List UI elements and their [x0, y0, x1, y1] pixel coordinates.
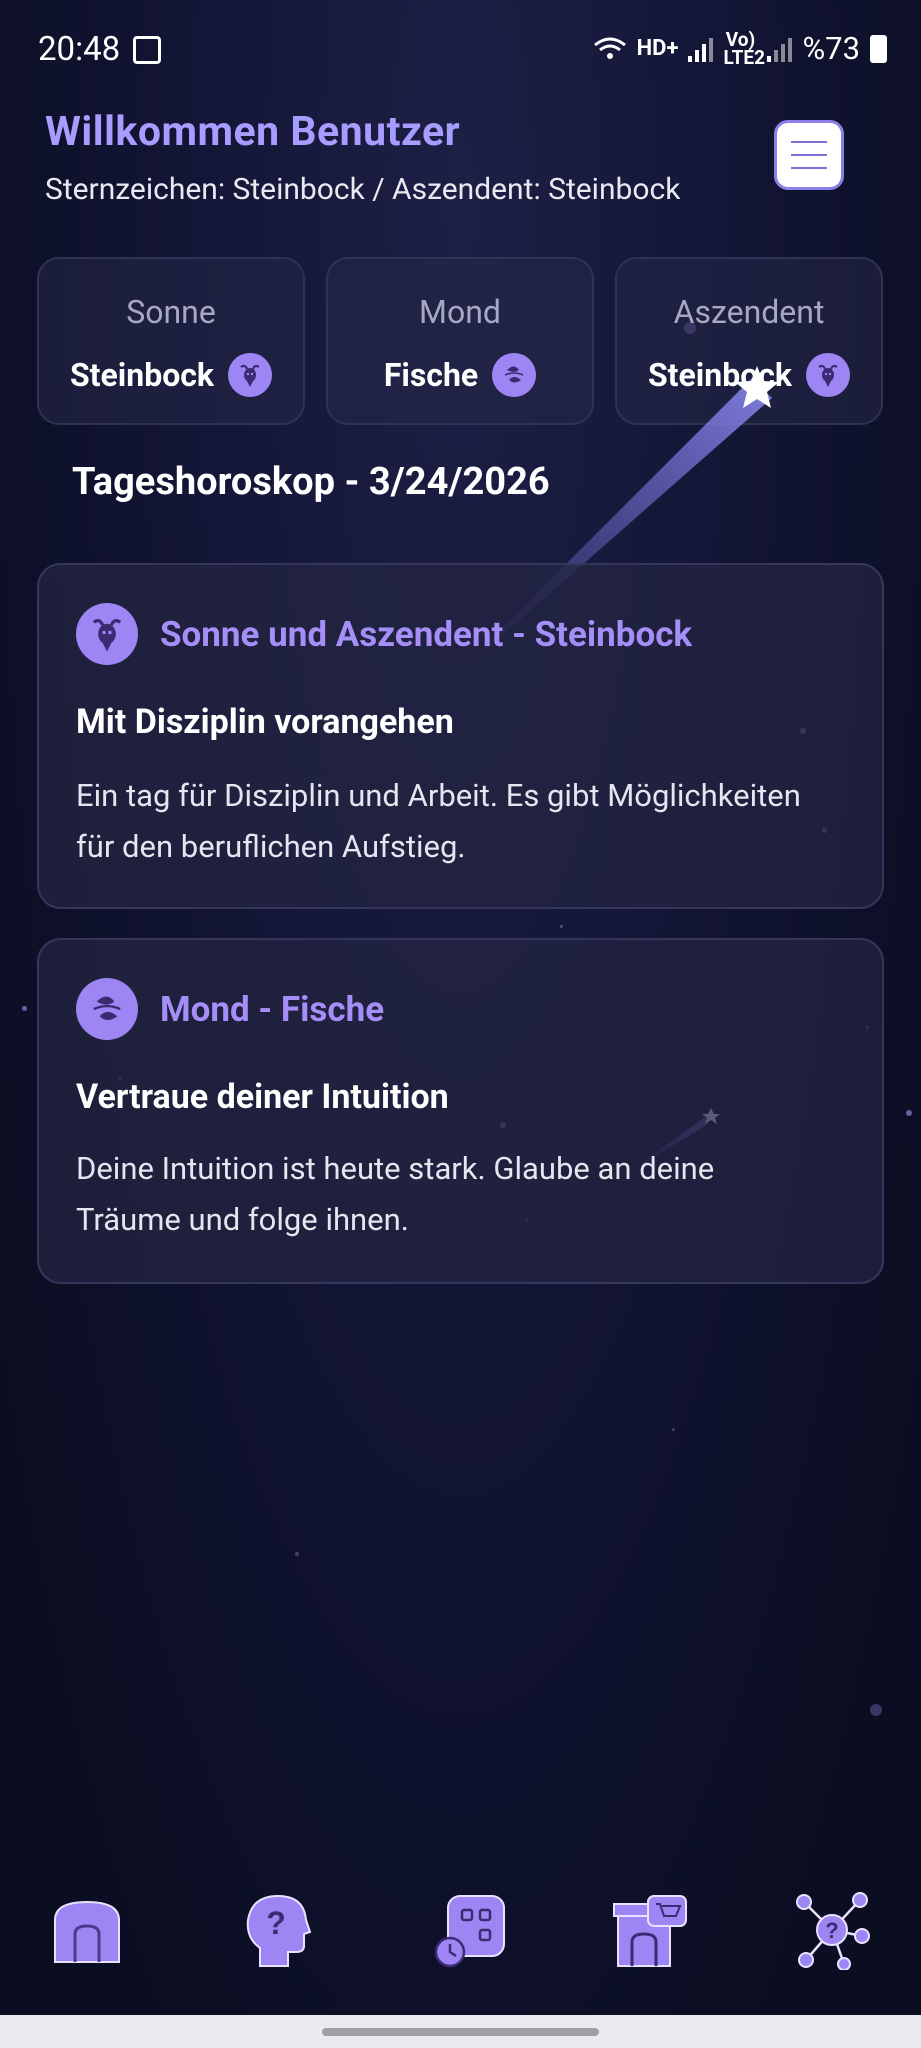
shop-icon	[613, 1895, 687, 1967]
nav-shop[interactable]	[610, 1890, 690, 1970]
svg-text:?: ?	[825, 1918, 838, 1943]
pisces-icon	[76, 978, 138, 1040]
home-icon	[54, 1900, 120, 1963]
horoscope-card-moon[interactable]: Mond - Fische Vertraue deiner Intuition …	[37, 938, 884, 1284]
system-navigation-bar	[0, 2015, 921, 2048]
capricorn-icon	[76, 603, 138, 665]
head-question-icon: ?	[246, 1894, 312, 1967]
card-headline: Vertraue deiner Intuition	[76, 1077, 449, 1117]
home-gesture-handle[interactable]	[322, 2028, 599, 2036]
svg-text:?: ?	[266, 1905, 286, 1941]
nav-home[interactable]	[47, 1890, 127, 1970]
card-title: Mond - Fische	[160, 988, 385, 1030]
nav-apps[interactable]	[430, 1890, 510, 1970]
card-title: Sonne und Aszendent - Steinbock	[160, 613, 693, 655]
nav-network[interactable]: ?	[792, 1890, 872, 1971]
bottom-navigation: ? ?	[0, 1890, 921, 2010]
card-header: Sonne und Aszendent - Steinbock	[76, 603, 692, 665]
horoscope-card-sun[interactable]: Sonne und Aszendent - Steinbock Mit Disz…	[37, 563, 884, 909]
grid-clock-icon	[434, 1895, 505, 1968]
card-header: Mond - Fische	[76, 978, 384, 1040]
nav-ask[interactable]: ?	[240, 1890, 320, 1970]
card-text: Ein tag für Disziplin und Arbeit. Es gib…	[76, 777, 801, 865]
network-question-icon: ?	[796, 1892, 870, 1971]
card-headline: Mit Disziplin vorangehen	[76, 702, 454, 742]
daily-horoscope-title: Tageshoroskop - 3/24/2026	[72, 460, 550, 504]
card-text: Deine Intuition ist heute stark. Glaube …	[76, 1150, 715, 1238]
